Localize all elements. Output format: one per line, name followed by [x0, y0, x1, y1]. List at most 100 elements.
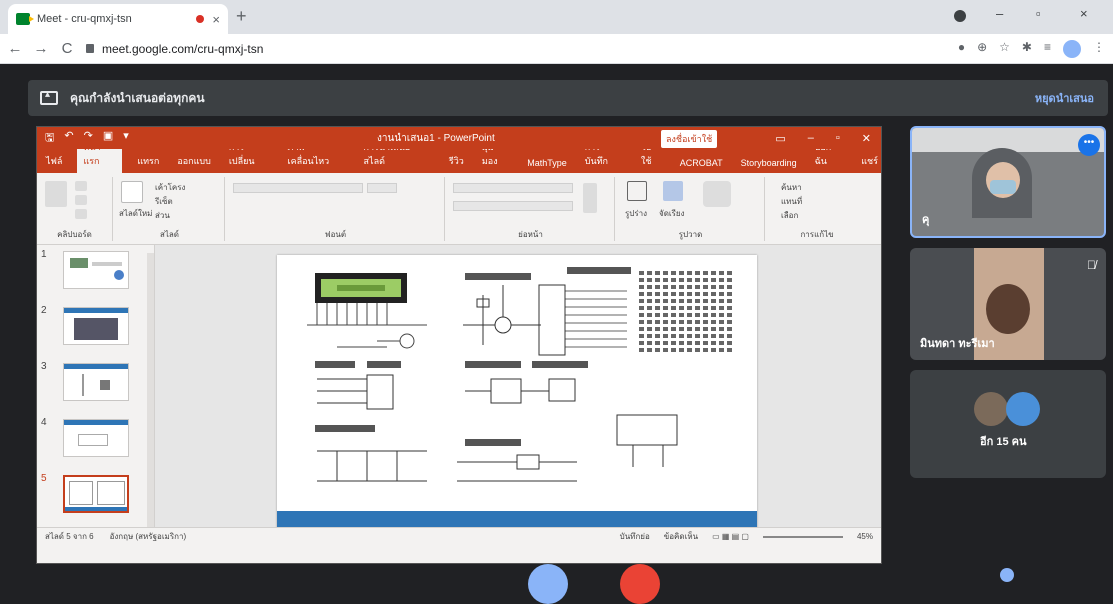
window-restore-button[interactable]: ▫: [1036, 6, 1041, 21]
participant-tile-self[interactable]: ••• คุ: [910, 126, 1106, 238]
label-box: [367, 361, 401, 368]
led-dot: [679, 341, 684, 345]
find-button[interactable]: ค้นหา: [781, 181, 802, 194]
slide-thumbnail-3[interactable]: [63, 363, 129, 401]
reload-button[interactable]: C: [56, 40, 78, 57]
led-dot: [719, 341, 724, 345]
led-dot: [687, 271, 692, 275]
camera-ext-icon[interactable]: ●: [958, 40, 965, 58]
stop-presenting-button[interactable]: หยุดนำเสนอ: [1035, 89, 1094, 107]
shapes-label[interactable]: รูปร่าง: [625, 207, 647, 220]
extensions-puzzle-icon[interactable]: ✱: [1022, 40, 1032, 58]
ppt-tab-15[interactable]: แชร์: [858, 154, 881, 173]
circuit-schematic: [307, 267, 732, 482]
led-dot: [703, 285, 708, 289]
new-slide-icon[interactable]: [121, 181, 143, 203]
thumbnails-scrollbar[interactable]: [147, 253, 154, 539]
slide-thumbnail-5[interactable]: [63, 475, 129, 513]
save-icon[interactable]: 🖫: [45, 129, 54, 148]
led-dot: [695, 271, 700, 275]
arrange-icon[interactable]: [663, 181, 683, 201]
reading-list-icon[interactable]: ≡: [1044, 40, 1051, 58]
replace-button[interactable]: แทนที่: [781, 195, 802, 208]
new-tab-button[interactable]: +: [236, 6, 247, 27]
ppt-minimize-button[interactable]: –: [808, 132, 814, 145]
select-button[interactable]: เลือก: [781, 209, 798, 222]
thumb-number: 2: [41, 305, 47, 316]
led-dot: [695, 327, 700, 331]
arrange-label[interactable]: จัดเรียง: [659, 207, 685, 220]
list-buttons[interactable]: [453, 183, 573, 193]
window-close-button[interactable]: ×: [1080, 6, 1088, 21]
led-dot: [679, 299, 684, 303]
section-button[interactable]: ส่วน: [155, 209, 170, 222]
new-slide-label[interactable]: สไลด์ใหม่: [119, 207, 152, 220]
font-size-dropdown[interactable]: [367, 183, 397, 193]
browser-tab-meet[interactable]: Meet - cru-qmxj-tsn ×: [8, 4, 228, 34]
browser-toolbar: ← → C meet.google.com/cru-qmxj-tsn ● ⊕ ☆…: [0, 34, 1113, 64]
tab-close-button[interactable]: ×: [212, 12, 220, 27]
led-dot: [695, 299, 700, 303]
paste-icon[interactable]: [45, 181, 67, 207]
more-options-button[interactable]: •••: [1078, 134, 1100, 156]
window-minimize-button[interactable]: –: [996, 6, 1003, 21]
layout-button[interactable]: เค้าโครง: [155, 181, 185, 194]
align-buttons[interactable]: [453, 201, 573, 211]
profile-avatar-icon[interactable]: [1063, 40, 1081, 58]
quick-styles-icon[interactable]: [703, 181, 731, 207]
format-painter-icon[interactable]: [75, 209, 87, 219]
customize-qat-icon[interactable]: ▾: [123, 129, 129, 148]
ppt-ribbon-display-icon[interactable]: ▭: [775, 132, 785, 145]
slide-thumbnail-4[interactable]: [63, 419, 129, 457]
zoom-ext-icon[interactable]: ⊕: [977, 40, 987, 58]
ppt-tab-12[interactable]: ACROBAT: [677, 158, 726, 173]
bookmark-star-icon[interactable]: ☆: [999, 40, 1010, 58]
shapes-icon[interactable]: [627, 181, 647, 201]
ppt-close-button[interactable]: ✕: [862, 132, 871, 145]
others-tile[interactable]: อีก 15 คน: [910, 370, 1106, 478]
reset-button[interactable]: รีเซ็ต: [155, 195, 173, 208]
back-button[interactable]: ←: [4, 40, 26, 57]
ppt-tab-3[interactable]: ออกแบบ: [174, 154, 214, 173]
participants-count-badge[interactable]: [1000, 568, 1014, 582]
copy-icon[interactable]: [75, 195, 87, 205]
present-from-start-icon[interactable]: ▣: [103, 129, 113, 148]
led-dot: [687, 313, 692, 317]
forward-button[interactable]: →: [30, 40, 52, 57]
led-dot: [679, 334, 684, 338]
participant-tile-2[interactable]: 🎙̸ มินทดา ทะรีเมา: [910, 248, 1106, 360]
leave-call-button[interactable]: [620, 564, 660, 604]
notes-button[interactable]: บันทึกย่อ: [620, 530, 650, 543]
mic-button[interactable]: [528, 564, 568, 604]
led-dot: [655, 285, 660, 289]
comments-button[interactable]: ข้อคิดเห็น: [664, 530, 698, 543]
ppt-tab-13[interactable]: Storyboarding: [738, 158, 800, 173]
view-buttons[interactable]: ▭ ▦ ▤ ▢: [712, 532, 749, 541]
zoom-level[interactable]: 45%: [857, 532, 873, 541]
led-dot: [687, 306, 692, 310]
ppt-tab-7[interactable]: รีวิว: [446, 154, 467, 173]
slide-thumbnail-2[interactable]: [63, 307, 129, 345]
led-dot: [655, 341, 660, 345]
slide-thumbnail-1[interactable]: [63, 251, 129, 289]
font-name-dropdown[interactable]: [233, 183, 363, 193]
zoom-slider[interactable]: [762, 535, 843, 538]
undo-icon[interactable]: ↶: [64, 129, 73, 148]
font-formatting-buttons[interactable]: [233, 203, 433, 215]
ppt-tab-2[interactable]: แทรก: [134, 154, 162, 173]
ppt-tab-9[interactable]: MathType: [524, 158, 570, 173]
led-dot: [719, 292, 724, 296]
led-dot: [655, 313, 660, 317]
browser-menu-icon[interactable]: ⋮: [1093, 40, 1105, 58]
language-status[interactable]: อังกฤษ (สหรัฐอเมริกา): [110, 530, 187, 543]
redo-icon[interactable]: ↷: [84, 129, 93, 148]
slide-canvas[interactable]: [277, 255, 757, 531]
text-direction-icon[interactable]: [583, 183, 597, 213]
thumb-number: 3: [41, 361, 47, 372]
ppt-restore-button[interactable]: ▫: [836, 132, 840, 145]
ppt-tab-0[interactable]: ไฟล์: [43, 154, 65, 173]
address-bar[interactable]: meet.google.com/cru-qmxj-tsn: [86, 42, 263, 56]
profile-dot-icon[interactable]: [954, 10, 966, 22]
cut-icon[interactable]: [75, 181, 87, 191]
ppt-signin-button[interactable]: ลงชื่อเข้าใช้: [661, 130, 718, 148]
